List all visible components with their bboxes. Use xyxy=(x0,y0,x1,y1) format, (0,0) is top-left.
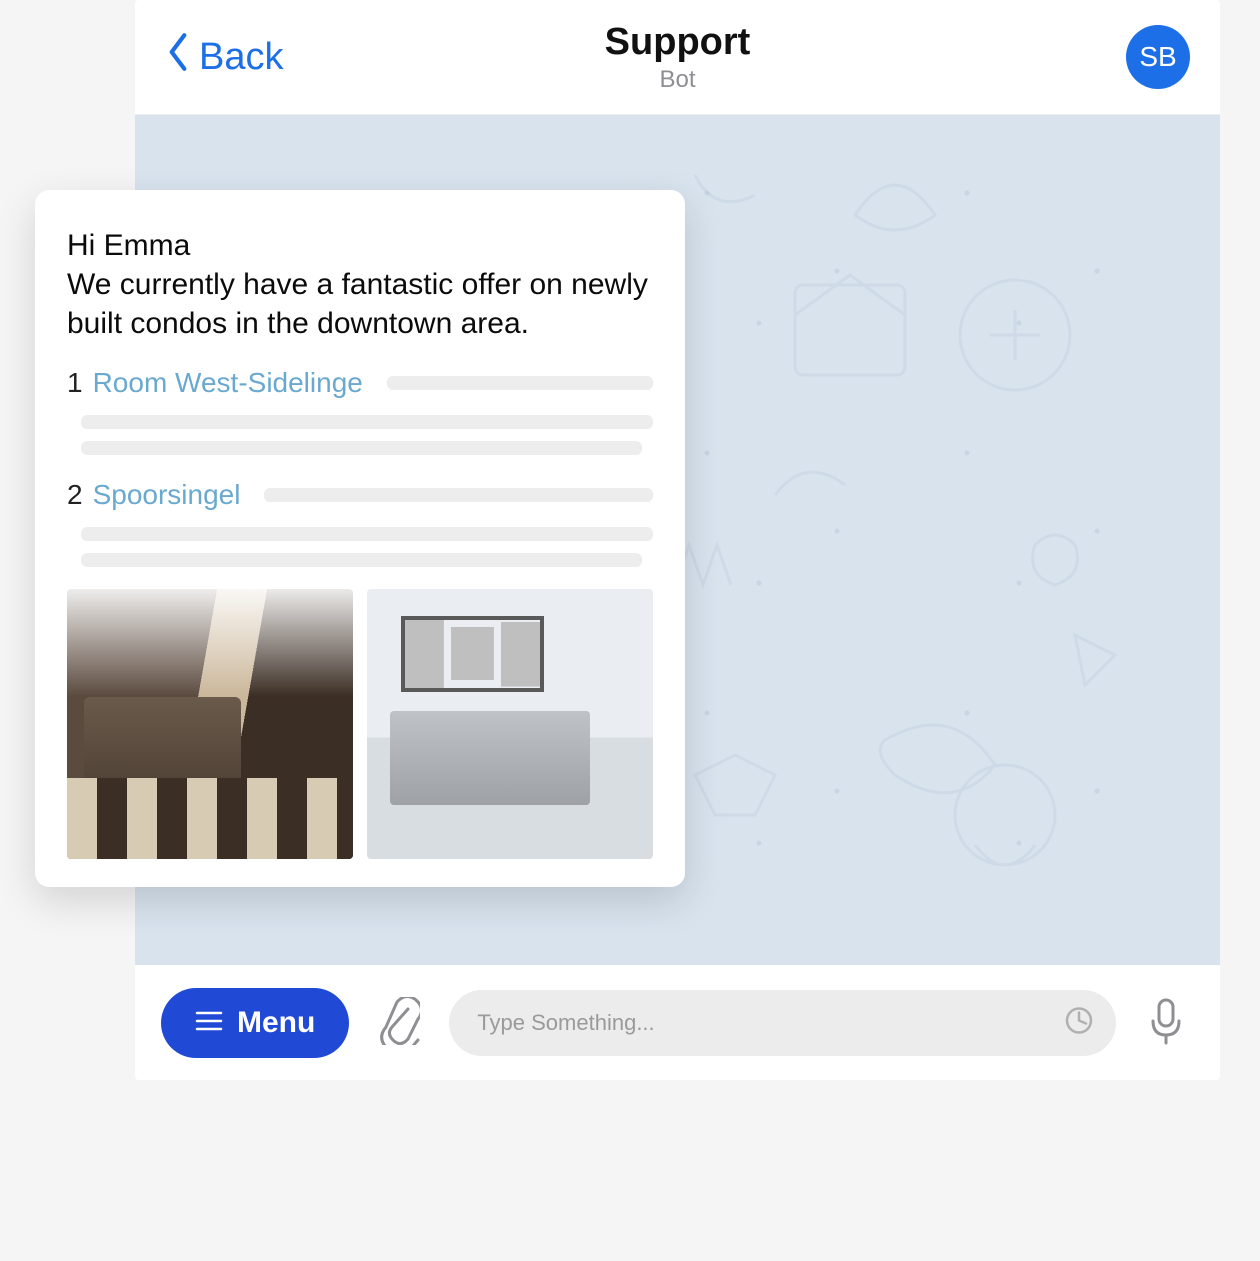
message-text: Hi Emma We currently have a fantastic of… xyxy=(67,226,653,343)
menu-label: Menu xyxy=(237,1006,315,1040)
avatar[interactable]: SB xyxy=(1126,25,1190,89)
chat-title: Support xyxy=(605,21,751,64)
listing-photo[interactable] xyxy=(67,589,353,859)
chat-header: Back Support Bot SB xyxy=(135,0,1220,115)
paperclip-icon xyxy=(378,997,420,1048)
message-body: We currently have a fantastic offer on n… xyxy=(67,268,648,340)
message-input-wrapper xyxy=(449,990,1116,1056)
input-bar: Menu xyxy=(135,965,1220,1080)
menu-button[interactable]: Menu xyxy=(161,988,349,1058)
placeholder-line xyxy=(387,376,653,390)
avatar-initials: SB xyxy=(1139,41,1176,73)
listing-item: 1 Room West-Sidelinge xyxy=(67,367,653,455)
message-greeting: Hi Emma xyxy=(67,229,190,262)
microphone-icon xyxy=(1148,997,1184,1048)
placeholder-line xyxy=(81,553,642,567)
placeholder-line xyxy=(264,488,653,502)
clock-icon[interactable] xyxy=(1064,1005,1094,1040)
listing-thumbnails xyxy=(67,589,653,859)
listing-item: 2 Spoorsingel xyxy=(67,479,653,567)
placeholder-line xyxy=(81,415,653,429)
listing-photo[interactable] xyxy=(367,589,653,859)
header-title-group: Support Bot xyxy=(605,21,751,94)
voice-button[interactable] xyxy=(1138,995,1194,1051)
back-button[interactable]: Back xyxy=(165,31,283,83)
attach-button[interactable] xyxy=(371,995,427,1051)
placeholder-line xyxy=(81,441,642,455)
hamburger-icon xyxy=(195,1006,223,1040)
placeholder-line xyxy=(81,527,653,541)
chat-subtitle: Bot xyxy=(605,66,751,94)
chevron-left-icon xyxy=(165,31,191,83)
back-label: Back xyxy=(199,36,283,79)
listing-number: 1 xyxy=(67,367,83,399)
listing-number: 2 xyxy=(67,479,83,511)
bot-message-card: Hi Emma We currently have a fantastic of… xyxy=(35,190,685,887)
listing-link[interactable]: Spoorsingel xyxy=(93,479,241,511)
listing-link[interactable]: Room West-Sidelinge xyxy=(93,367,363,399)
message-input[interactable] xyxy=(449,990,1116,1056)
